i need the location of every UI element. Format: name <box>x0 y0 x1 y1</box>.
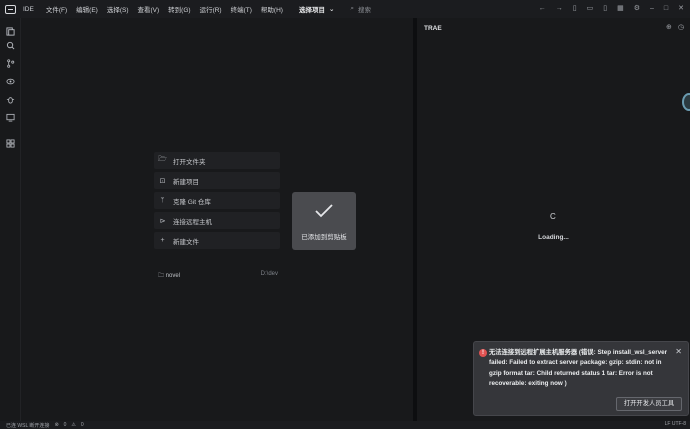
customize-layout-icon[interactable]: ▦ <box>617 0 624 18</box>
menu-selection[interactable]: 选择(S) <box>107 4 129 14</box>
ide-label: IDE <box>23 5 34 13</box>
back-arrow-icon[interactable]: ← <box>539 0 546 18</box>
loading-spinner-icon: C <box>550 212 556 221</box>
search-icon: ⌕ <box>350 5 355 12</box>
recent-project-item[interactable]: 🗀 novel D:\dev <box>158 271 278 281</box>
notification-message: 无法连接到远程扩展主机服务器 (错误: Step install_wsl_ser… <box>489 349 668 388</box>
loading-text: Loading... <box>538 234 569 241</box>
new-project-label: 新建项目 <box>173 178 199 186</box>
settings-icon[interactable]: ⚙ <box>634 0 640 18</box>
new-chat-icon[interactable]: ⊕ <box>666 23 672 31</box>
warning-count-icon: ⚠ <box>71 422 76 428</box>
panel-actions: ⊕ ◷ <box>666 23 684 31</box>
error-icon: ! <box>479 349 487 357</box>
recent-project-path: D:\dev <box>260 271 278 277</box>
connect-remote-button[interactable]: ⊳ 连接远程主机 <box>154 212 280 229</box>
open-folder-button[interactable]: 🗁 打开文件夹 <box>154 152 280 169</box>
debug-bug-icon[interactable] <box>6 95 15 104</box>
explorer-icon[interactable] <box>6 27 15 36</box>
encoding-status[interactable]: LF UTF-8 <box>665 421 686 427</box>
new-project-button[interactable]: ⊡ 新建项目 <box>154 172 280 189</box>
menu-file[interactable]: 文件(F) <box>46 4 67 14</box>
layout-auxbar-icon[interactable]: ▯ <box>603 0 607 18</box>
folder-open-icon: 🗁 <box>158 156 167 163</box>
project-selector-label: 选择项目 <box>298 7 325 14</box>
close-icon[interactable]: ✕ <box>675 347 682 356</box>
activity-bar <box>0 18 21 421</box>
menu-run[interactable]: 运行(R) <box>200 4 222 14</box>
menu-terminal[interactable]: 终端(T) <box>231 4 252 14</box>
eye-icon[interactable] <box>6 77 15 86</box>
open-dev-tools-button[interactable]: 打开开发人员工具 <box>616 397 682 411</box>
recent-project-name: novel <box>165 273 181 279</box>
new-file-label: 新建文件 <box>173 238 199 246</box>
title-bar: IDE 文件(F) 编辑(E) 选择(S) 查看(V) 转到(G) 运行(R) … <box>0 0 690 18</box>
warning-count[interactable]: 0 <box>81 422 84 428</box>
recent-project-name-wrap: 🗀 novel <box>158 271 180 281</box>
new-project-icon: ⊡ <box>159 177 166 185</box>
status-bar: 已连 WSL 断开连接 ⊗ 0 ⚠ 0 LF UTF-8 <box>0 421 690 429</box>
minimize-icon[interactable]: – <box>650 0 654 18</box>
forward-arrow-icon[interactable]: → <box>556 0 563 18</box>
clone-git-label: 克隆 Git 仓库 <box>173 198 211 206</box>
connect-remote-label: 连接远程主机 <box>173 218 212 226</box>
search-placeholder: 搜索 <box>358 7 372 14</box>
panel-title: TRAE <box>424 25 442 32</box>
remote-status[interactable]: 已连 WSL 断开连接 <box>6 422 49 429</box>
new-file-button[interactable]: + 新建文件 <box>154 232 280 249</box>
extensions-icon[interactable] <box>6 139 15 148</box>
status-bar-right: LF UTF-8 <box>665 421 686 427</box>
close-icon[interactable]: ✕ <box>678 0 684 18</box>
layout-panel-icon[interactable]: ▭ <box>587 0 594 18</box>
plus-icon: + <box>160 237 165 244</box>
search-icon[interactable] <box>6 41 15 50</box>
chevron-down-icon: ⌄ <box>328 6 335 13</box>
source-control-icon[interactable] <box>6 59 15 68</box>
project-selector[interactable]: 选择项目 ⌄ <box>299 4 334 14</box>
folder-icon: 🗀 <box>158 273 166 279</box>
menu-view[interactable]: 查看(V) <box>138 4 160 14</box>
git-branch-icon: ᛘ <box>160 197 165 204</box>
error-count[interactable]: 0 <box>64 422 67 428</box>
open-folder-label: 打开文件夹 <box>173 158 206 166</box>
menu-bar: 文件(F) 编辑(E) 选择(S) 查看(V) 转到(G) 运行(R) 终端(T… <box>46 4 283 14</box>
clipboard-toast: 已添加到剪贴板 <box>292 192 356 250</box>
menu-go[interactable]: 转到(G) <box>168 4 190 14</box>
maximize-icon[interactable]: □ <box>664 0 668 18</box>
remote-terminal-icon: ⊳ <box>159 217 166 225</box>
menu-help[interactable]: 帮助(H) <box>261 4 283 14</box>
search-box[interactable]: ⌕ 搜索 <box>350 4 371 14</box>
clone-git-button[interactable]: ᛘ 克隆 Git 仓库 <box>154 192 280 209</box>
error-notification: ! ✕ 无法连接到远程扩展主机服务器 (错误: Step install_wsl… <box>473 341 689 416</box>
checkmark-icon <box>315 204 333 218</box>
app-logo-icon <box>5 4 16 14</box>
layout-sidebar-icon[interactable]: ▯ <box>573 0 577 18</box>
clipboard-toast-message: 已添加到剪贴板 <box>301 234 347 241</box>
remote-explorer-icon[interactable] <box>6 113 15 122</box>
avatar[interactable] <box>682 93 690 111</box>
history-icon[interactable]: ◷ <box>678 23 684 31</box>
window-controls: ← → ▯ ▭ ▯ ▦ ⚙ – □ ✕ <box>539 0 690 18</box>
error-count-icon: ⊗ <box>54 422 59 428</box>
menu-edit[interactable]: 编辑(E) <box>76 4 98 14</box>
